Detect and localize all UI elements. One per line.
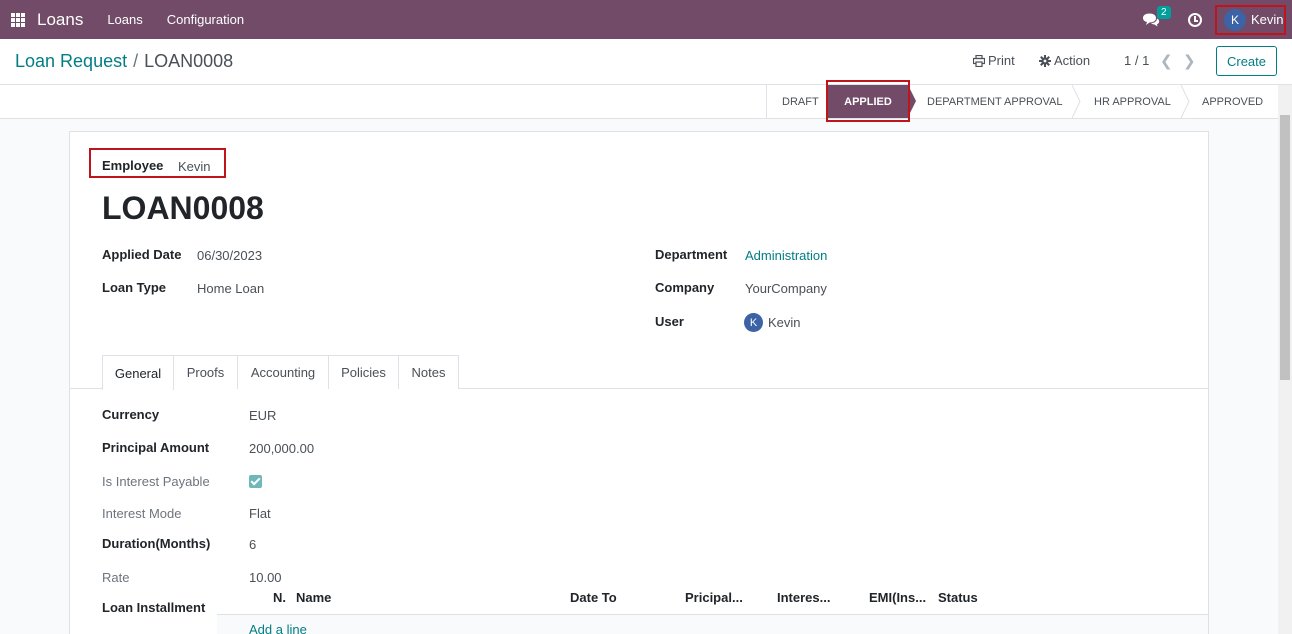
- interest-payable-label: Is Interest Payable: [102, 474, 210, 489]
- stage-chevron: [1180, 85, 1190, 118]
- user-field[interactable]: Kevin: [768, 315, 801, 330]
- action-label: Action: [1054, 53, 1091, 68]
- highlight-applied-stage: [826, 80, 910, 122]
- column-header-name[interactable]: Name: [296, 590, 331, 605]
- avatar: K: [744, 313, 763, 332]
- print-button[interactable]: Print: [973, 53, 1015, 68]
- create-button[interactable]: Create: [1216, 46, 1277, 76]
- top-navbar: Loans Loans Configuration 2 K Kevin: [0, 0, 1292, 39]
- currency-label: Currency: [102, 407, 160, 422]
- principal-amount-label: Principal Amount: [102, 440, 210, 455]
- tab-policies[interactable]: Policies: [328, 355, 399, 389]
- user-name: Kevin: [1251, 12, 1284, 27]
- applied-date-field[interactable]: 06/30/2023: [197, 248, 262, 263]
- add-line-link[interactable]: Add a line: [249, 622, 307, 634]
- interest-payable-checkbox[interactable]: [249, 475, 262, 488]
- tab-proofs[interactable]: Proofs: [173, 355, 238, 389]
- table-body: [217, 615, 1208, 634]
- activity-clock-icon[interactable]: [1188, 12, 1202, 27]
- status-bar: DRAFT APPLIED DEPARTMENT APPROVAL HR APP…: [0, 85, 1278, 119]
- interest-mode-field[interactable]: Flat: [249, 506, 271, 521]
- interest-mode-label: Interest Mode: [102, 506, 182, 521]
- scrollbar-thumb[interactable]: [1280, 115, 1290, 380]
- print-icon: [973, 54, 985, 67]
- duration-field[interactable]: 6: [249, 537, 256, 552]
- tab-notes[interactable]: Notes: [398, 355, 459, 389]
- pager-value[interactable]: 1 / 1: [1124, 53, 1149, 68]
- column-header-principal[interactable]: Pricipal...: [685, 590, 743, 605]
- department-link[interactable]: Administration: [745, 248, 827, 263]
- app-title[interactable]: Loans: [37, 10, 83, 30]
- stage-approved[interactable]: APPROVED: [1202, 85, 1263, 118]
- user-menu[interactable]: K Kevin: [1215, 4, 1286, 35]
- duration-label: Duration(Months): [102, 536, 211, 551]
- rate-label: Rate: [102, 570, 130, 585]
- tab-accounting[interactable]: Accounting: [237, 355, 329, 389]
- column-header-emi[interactable]: EMI(Ins...: [869, 590, 926, 605]
- loan-type-label: Loan Type: [102, 280, 167, 295]
- chat-badge: 2: [1157, 5, 1171, 19]
- currency-field[interactable]: EUR: [249, 408, 276, 423]
- chevron-left-icon[interactable]: ❮: [1160, 52, 1173, 70]
- loan-type-field[interactable]: Home Loan: [197, 281, 264, 296]
- column-header-interest[interactable]: Interes...: [777, 590, 830, 605]
- column-header-date-to[interactable]: Date To: [570, 590, 617, 605]
- stage-hr-approval[interactable]: HR APPROVAL: [1094, 85, 1171, 118]
- scrollbar[interactable]: [1278, 85, 1292, 634]
- employee-label: Employee: [102, 158, 164, 173]
- stage-chevron: [1071, 85, 1081, 118]
- menu-loans[interactable]: Loans: [107, 12, 142, 27]
- employee-field[interactable]: Kevin: [178, 159, 211, 174]
- breadcrumb-current: LOAN0008: [144, 51, 234, 71]
- company-label: Company: [655, 280, 715, 295]
- control-panel: Loan Request / LOAN0008 Print Action 1 / 1…: [0, 39, 1292, 85]
- stage-draft[interactable]: DRAFT: [782, 85, 819, 118]
- print-label: Print: [988, 53, 1015, 68]
- gear-icon: [1039, 54, 1051, 67]
- chevron-right-icon[interactable]: ❯: [1183, 52, 1196, 70]
- rate-field[interactable]: 10.00: [249, 570, 282, 585]
- company-field[interactable]: YourCompany: [745, 281, 827, 296]
- principal-amount-field[interactable]: 200,000.00: [249, 441, 314, 456]
- apps-grid-icon[interactable]: [11, 12, 25, 27]
- breadcrumb: Loan Request / LOAN0008: [15, 51, 233, 72]
- column-header-status[interactable]: Status: [938, 590, 978, 605]
- applied-date-label: Applied Date: [102, 247, 182, 262]
- menu-configuration[interactable]: Configuration: [167, 12, 244, 27]
- action-button[interactable]: Action: [1039, 53, 1090, 68]
- record-name: LOAN0008: [102, 190, 264, 226]
- chat-icon[interactable]: 2: [1142, 5, 1171, 27]
- breadcrumb-parent[interactable]: Loan Request: [15, 51, 127, 71]
- column-header-number[interactable]: N.: [273, 590, 286, 605]
- stage-divider: [766, 85, 767, 118]
- loan-installment-label: Loan Installment: [102, 600, 206, 615]
- user-label: User: [655, 314, 684, 329]
- avatar: K: [1224, 8, 1246, 31]
- breadcrumb-separator: /: [133, 51, 139, 71]
- tab-general[interactable]: General: [102, 355, 174, 390]
- department-label: Department: [655, 247, 728, 262]
- stage-department-approval[interactable]: DEPARTMENT APPROVAL: [927, 85, 1063, 118]
